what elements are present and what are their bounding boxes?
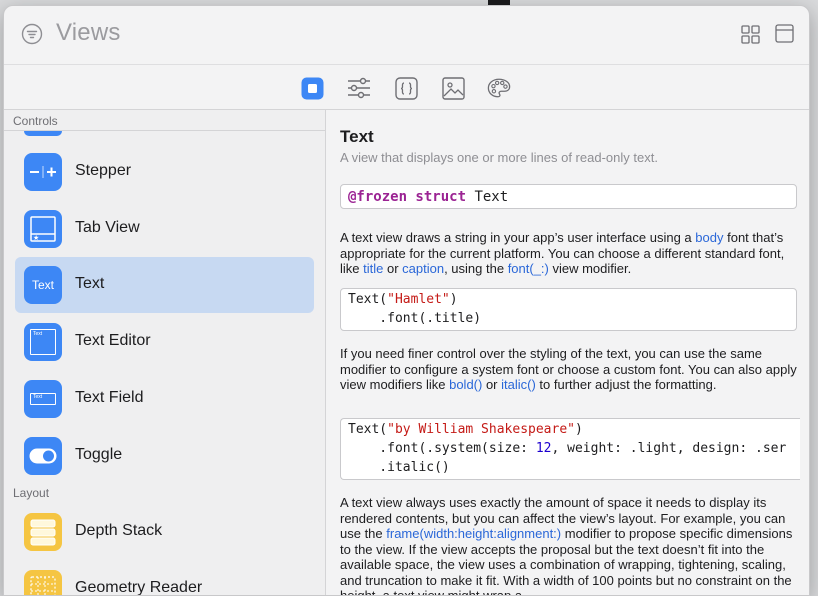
sidebar-item-label: Text Field bbox=[75, 389, 144, 406]
link-bold[interactable]: bold() bbox=[449, 377, 482, 392]
detail-view-icon[interactable] bbox=[775, 24, 794, 43]
code-text: ) bbox=[449, 292, 458, 307]
sidebar-item-label: Toggle bbox=[75, 446, 123, 463]
sidebar-item-label: Text Editor bbox=[75, 332, 151, 349]
section-header-controls: Controls bbox=[13, 114, 58, 128]
link-font[interactable]: font(_:) bbox=[508, 261, 549, 276]
description-paragraph-2: If you need finer control over the styli… bbox=[340, 346, 800, 393]
category-tab-bar bbox=[4, 64, 809, 110]
text-field-icon: Text bbox=[24, 380, 62, 418]
library-sidebar[interactable]: Controls Stepper ★ Tab View Text Text Te… bbox=[4, 110, 326, 596]
sidebar-item-toggle[interactable]: Toggle bbox=[15, 428, 314, 484]
palette-icon bbox=[487, 78, 511, 98]
sidebar-item-tab-view[interactable]: ★ Tab View bbox=[15, 201, 314, 257]
search-field-placeholder[interactable]: Views bbox=[56, 19, 121, 47]
text-icon-label: Text bbox=[31, 278, 54, 292]
code-string: "by William Shakespeare" bbox=[387, 422, 575, 437]
sidebar-item-label: Depth Stack bbox=[75, 522, 163, 539]
tab-media[interactable] bbox=[441, 76, 465, 100]
code-text: ) bbox=[574, 422, 583, 437]
para-text: A text view draws a string in your app’s… bbox=[340, 230, 696, 245]
sidebar-item-geometry-reader[interactable]: Geometry Reader bbox=[15, 561, 314, 596]
text-icon: Text bbox=[24, 266, 62, 304]
sidebar-item-text-editor[interactable]: Text Text Editor bbox=[15, 314, 314, 370]
tab-modifiers[interactable] bbox=[347, 76, 371, 100]
code-text: Text( bbox=[348, 292, 388, 307]
detail-pane[interactable]: Text A view that displays one or more li… bbox=[327, 110, 809, 595]
toggle-icon bbox=[24, 437, 62, 475]
tab-snippets[interactable] bbox=[394, 76, 418, 100]
description-paragraph-3: A text view always uses exactly the amou… bbox=[340, 495, 800, 595]
text-editor-icon-label: Text bbox=[33, 331, 43, 337]
geometry-reader-icon bbox=[24, 570, 62, 595]
sidebar-item-label: Text bbox=[75, 275, 105, 292]
para-text: or bbox=[482, 377, 502, 392]
sidebar-item-stepper[interactable]: Stepper bbox=[15, 144, 314, 200]
declaration-name: Text bbox=[466, 189, 509, 205]
grid-view-icon[interactable] bbox=[741, 25, 760, 44]
sidebar-item-label: Stepper bbox=[75, 162, 132, 179]
link-caption[interactable]: caption bbox=[402, 261, 444, 276]
link-body[interactable]: body bbox=[695, 230, 723, 245]
svg-text:★: ★ bbox=[33, 234, 39, 242]
title-bar: Views bbox=[4, 6, 809, 64]
sidebar-item-text-field[interactable]: Text Text Field bbox=[15, 371, 314, 427]
declaration-box[interactable]: @frozen struct Text bbox=[340, 184, 797, 209]
declaration-keyword: @frozen struct bbox=[348, 189, 467, 205]
sidebar-item-label: Tab View bbox=[75, 219, 140, 236]
tab-views[interactable] bbox=[300, 76, 324, 100]
link-title[interactable]: title bbox=[363, 261, 383, 276]
code-text: Text( bbox=[348, 422, 388, 437]
sidebar-item-depth-stack[interactable]: Depth Stack bbox=[15, 504, 314, 560]
link-frame[interactable]: frame(width:height:alignment:) bbox=[386, 526, 561, 541]
description-paragraph-1: A text view draws a string in your app’s… bbox=[340, 230, 800, 277]
section-header-layout: Layout bbox=[13, 486, 50, 500]
detail-title: Text bbox=[340, 127, 374, 146]
code-text: .font(.title) bbox=[348, 311, 482, 326]
sidebar-item-label: Geometry Reader bbox=[75, 579, 203, 596]
code-text: .font(.system(size: bbox=[348, 441, 536, 456]
library-panel: Views Controls Stepper ★ Tab View Text T… bbox=[3, 5, 810, 596]
tab-view-icon: ★ bbox=[24, 210, 62, 248]
code-text: , weight: .light, design: .ser bbox=[551, 441, 787, 456]
code-example-2[interactable]: Text("by William Shakespeare") .font(.sy… bbox=[340, 418, 800, 480]
para-text: or bbox=[383, 261, 403, 276]
text-field-icon-label: Text bbox=[33, 394, 43, 400]
snippet-braces-icon bbox=[394, 76, 418, 100]
tab-colors[interactable] bbox=[487, 76, 511, 100]
previous-item-icon-partial bbox=[24, 131, 62, 136]
depth-stack-icon bbox=[24, 513, 62, 551]
detail-subtitle: A view that displays one or more lines o… bbox=[340, 150, 658, 165]
link-italic[interactable]: italic() bbox=[501, 377, 536, 392]
text-editor-icon: Text bbox=[24, 323, 62, 361]
stepper-icon bbox=[24, 153, 62, 191]
para-text: to further adjust the formatting. bbox=[535, 377, 717, 392]
code-number: 12 bbox=[535, 441, 552, 456]
code-text: .italic() bbox=[348, 460, 450, 475]
views-icon bbox=[301, 77, 323, 99]
para-text: , using the bbox=[444, 261, 508, 276]
photo-icon bbox=[441, 76, 465, 100]
para-text: view modifier. bbox=[548, 261, 632, 276]
sliders-icon bbox=[348, 77, 370, 99]
filter-icon[interactable] bbox=[21, 23, 43, 45]
code-example-1[interactable]: Text("Hamlet") .font(.title) bbox=[340, 288, 797, 331]
code-string: "Hamlet" bbox=[387, 292, 450, 307]
sidebar-item-text[interactable]: Text Text bbox=[15, 257, 314, 313]
